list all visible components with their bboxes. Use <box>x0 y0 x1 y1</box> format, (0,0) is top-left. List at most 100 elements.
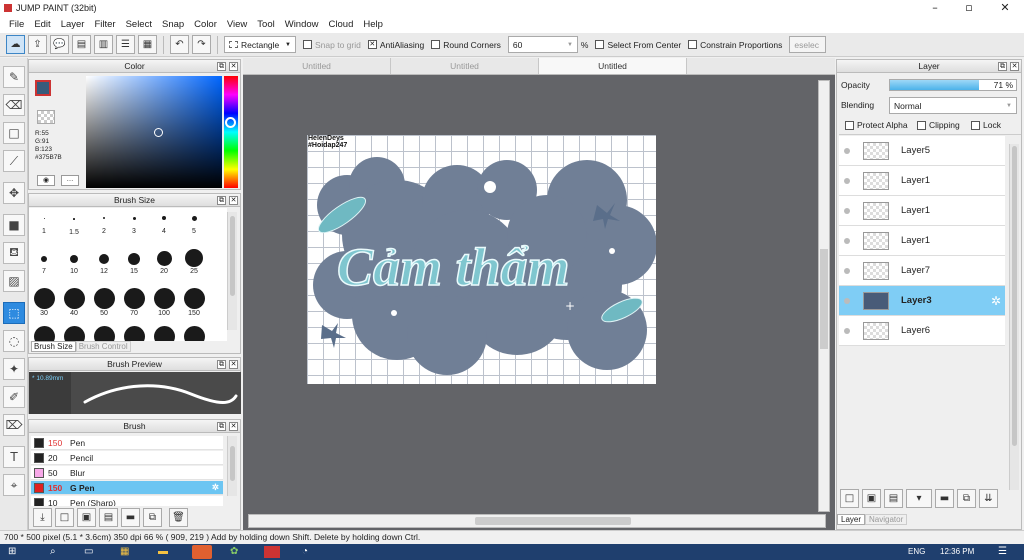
transparent-swatch[interactable] <box>37 110 55 124</box>
trash-icon[interactable]: 🗑 <box>169 508 188 527</box>
folder-icon[interactable]: ▬ <box>121 508 140 527</box>
opacity-slider[interactable]: 71 % <box>889 79 1017 91</box>
restore-button[interactable]: ▫ <box>952 0 986 16</box>
redo-icon[interactable]: ↷ <box>192 35 211 54</box>
square-icon[interactable]: □ <box>3 122 25 144</box>
popout-icon[interactable]: ⧉ <box>217 360 226 369</box>
magic-wand-icon[interactable]: ✦ <box>3 358 25 380</box>
layer-row-layer1[interactable]: Layer1 <box>839 226 1005 256</box>
visibility-icon[interactable] <box>844 177 850 184</box>
scrollbar[interactable] <box>227 436 237 496</box>
clipping-checkbox[interactable]: Clipping <box>917 120 960 130</box>
merge-icon[interactable]: ⇊ <box>979 489 998 508</box>
horizontal-scrollbar[interactable] <box>248 514 826 528</box>
tab-brush-size[interactable]: Brush Size <box>31 341 76 352</box>
hue-handle[interactable] <box>225 117 236 128</box>
new-raster-icon[interactable]: ▣ <box>862 489 881 508</box>
menu-tool[interactable]: Tool <box>257 19 274 30</box>
menu-filter[interactable]: Filter <box>94 19 115 30</box>
card-icon[interactable]: ▤ <box>72 35 91 54</box>
visibility-icon[interactable] <box>844 327 850 334</box>
brush-size-3[interactable]: 3 <box>119 217 149 235</box>
primary-color-swatch[interactable] <box>35 80 51 96</box>
brush-size-50[interactable]: 50 <box>89 288 119 317</box>
browser-icon[interactable] <box>192 545 212 559</box>
app-icon[interactable]: ▦ <box>120 546 129 557</box>
brush-size-10[interactable]: 10 <box>59 255 89 275</box>
tab-untitled[interactable]: Untitled <box>243 58 391 74</box>
tab-layer[interactable]: Layer <box>837 514 866 525</box>
brush-size-70[interactable]: 70 <box>119 288 149 317</box>
brush-item-pen[interactable]: 150 Pen <box>31 436 223 450</box>
brush-size-more[interactable] <box>29 326 59 341</box>
brush-size-2[interactable]: 2 <box>89 217 119 235</box>
lang-indicator[interactable]: ENG <box>908 547 925 556</box>
round-corners-input[interactable]: 60 ▼ <box>507 36 578 53</box>
jump-paint-icon[interactable] <box>264 546 280 558</box>
popout-icon[interactable]: ⧉ <box>217 196 226 205</box>
scrollbar[interactable] <box>1009 144 1019 490</box>
close-button[interactable]: ✕ <box>988 0 1022 16</box>
visibility-icon[interactable] <box>844 147 850 154</box>
close-icon[interactable]: ✕ <box>1010 62 1019 71</box>
popout-icon[interactable]: ⧉ <box>998 62 1007 71</box>
brush-size-more[interactable] <box>59 326 89 341</box>
menu-layer[interactable]: Layer <box>61 19 85 30</box>
menu-file[interactable]: File <box>9 19 24 30</box>
vertical-scrollbar[interactable] <box>818 80 830 512</box>
brush-size-100[interactable]: 100 <box>149 288 179 317</box>
lock-checkbox[interactable]: Lock <box>971 120 1001 130</box>
menu-snap[interactable]: Snap <box>162 19 184 30</box>
visibility-icon[interactable] <box>844 207 850 214</box>
scrollbar-thumb[interactable] <box>820 249 828 349</box>
scrollbar-thumb[interactable] <box>230 446 235 481</box>
line-icon[interactable]: ⟋ <box>3 150 25 172</box>
brush-size-more[interactable] <box>179 326 209 341</box>
brush-copy-icon[interactable]: ▤ <box>99 508 118 527</box>
menu-help[interactable]: Help <box>363 19 383 30</box>
saturation-value-picker[interactable] <box>86 76 222 188</box>
brush-size-20[interactable]: 20 <box>149 251 179 275</box>
scrollbar-thumb[interactable] <box>230 216 235 296</box>
rect-select-icon[interactable]: ⬚ <box>3 302 25 324</box>
close-icon[interactable]: ✕ <box>229 196 238 205</box>
tab-navigator[interactable]: Navigator <box>865 514 908 525</box>
brush-size-40[interactable]: 40 <box>59 288 89 317</box>
select-pen-icon[interactable]: ✐ <box>3 386 25 408</box>
close-icon[interactable]: ✕ <box>229 360 238 369</box>
layer-row-layer5[interactable]: Layer5 <box>839 136 1005 166</box>
document-icon[interactable]: ▥ <box>94 35 113 54</box>
eraser-icon[interactable]: ⌫ <box>3 94 25 116</box>
brush-size-7[interactable]: 7 <box>29 256 59 275</box>
scrollbar[interactable] <box>227 212 237 330</box>
new-layer-icon[interactable]: □ <box>840 489 859 508</box>
bucket-icon[interactable]: ⛾ <box>3 242 25 264</box>
new-text-layer-icon[interactable]: ▤ <box>884 489 903 508</box>
folder-icon[interactable]: ▬ <box>158 546 168 557</box>
layer-menu-icon[interactable]: ▾ <box>906 489 932 508</box>
text-icon[interactable]: T <box>3 446 25 468</box>
start-icon[interactable]: ⊞ <box>8 546 16 557</box>
brush-item-g-pen[interactable]: 150 G Pen ✲ <box>31 481 223 495</box>
grid-icon[interactable]: ▦ <box>138 35 157 54</box>
brush-size-1[interactable]: 1 <box>29 218 59 235</box>
color-menu-button[interactable]: … <box>61 175 79 186</box>
brush-item-blur[interactable]: 50 Blur <box>31 466 223 480</box>
paint-icon[interactable]: ✿ <box>230 546 238 557</box>
clock[interactable]: 12:36 PM <box>940 547 974 556</box>
shape-select[interactable]: Rectangle ▼ <box>224 36 296 53</box>
duplicate-icon[interactable]: ⧉ <box>143 508 162 527</box>
menu-cloud[interactable]: Cloud <box>329 19 354 30</box>
brush-size-more[interactable] <box>119 326 149 341</box>
fill-rect-icon[interactable]: ■ <box>3 214 25 236</box>
visibility-icon[interactable] <box>844 297 850 304</box>
gear-icon[interactable]: ✲ <box>212 482 219 493</box>
canvas-document[interactable]: + + Cảm thẩm HelenDeys #Hoidap247 <box>307 135 656 384</box>
brush-size-5[interactable]: 5 <box>179 216 209 235</box>
visibility-icon[interactable] <box>844 267 850 274</box>
brush-item-pen-sharp[interactable]: 10 Pen (Sharp) <box>31 496 223 506</box>
menu-select[interactable]: Select <box>126 19 152 30</box>
brush-icon[interactable]: ✎ <box>3 66 25 88</box>
tab-untitled[interactable]: Untitled <box>539 58 687 74</box>
minimize-button[interactable]: – <box>918 0 952 16</box>
